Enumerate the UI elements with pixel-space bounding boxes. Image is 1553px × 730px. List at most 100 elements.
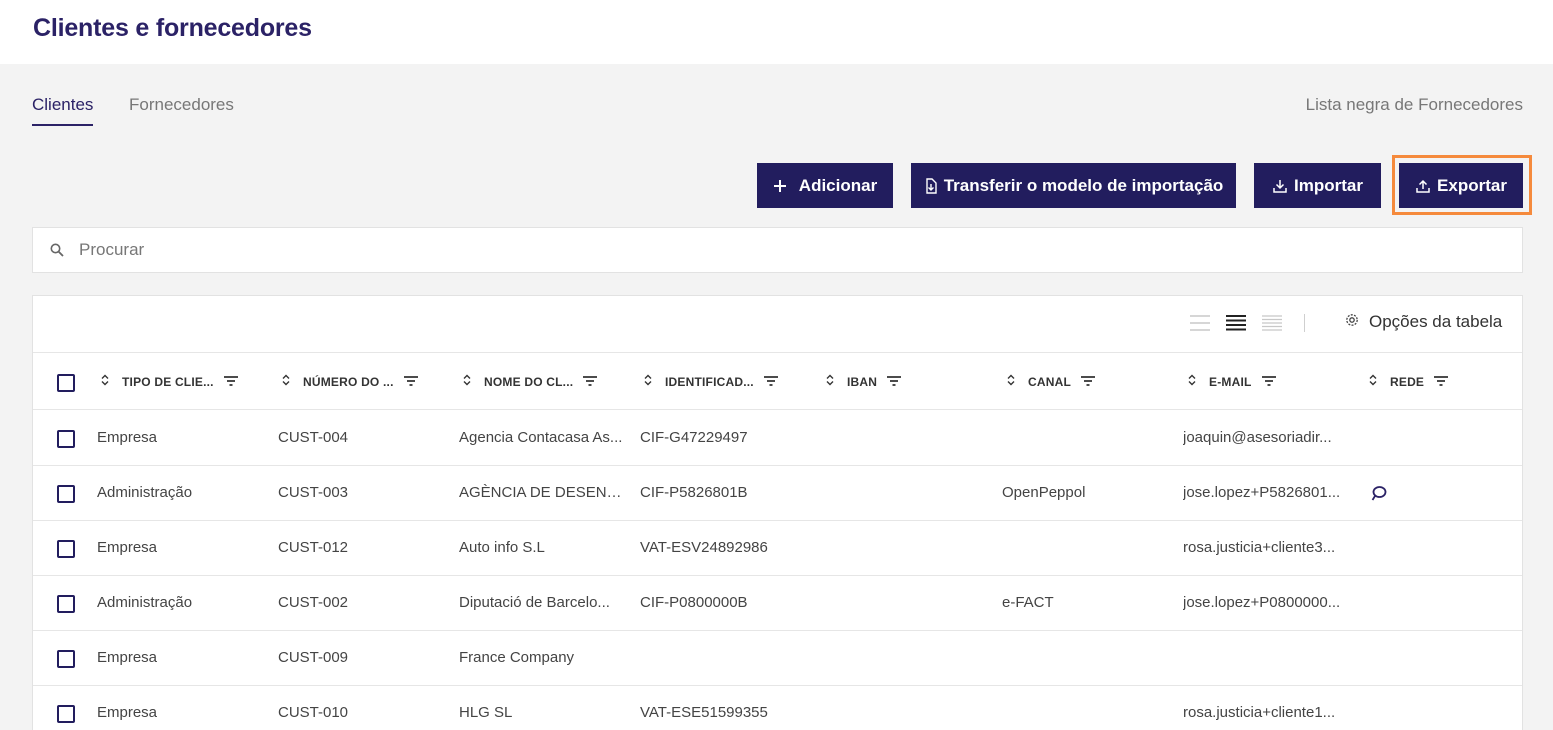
table-options-button[interactable]: Opções da tabela	[1345, 312, 1502, 332]
column-header-rede[interactable]: REDE	[1369, 353, 1449, 410]
column-header-identificador[interactable]: IDENTIFICAD...	[644, 353, 778, 410]
row-checkbox[interactable]	[57, 485, 75, 503]
import-button[interactable]: Importar	[1254, 163, 1381, 208]
density-default-icon[interactable]	[1226, 315, 1246, 336]
page-title: Clientes e fornecedores	[33, 14, 312, 42]
sort-icon	[101, 374, 109, 389]
export-button[interactable]: Exportar	[1399, 163, 1523, 208]
plus-icon	[773, 179, 787, 193]
table-row[interactable]: Administração CUST-003 AGÈNCIA DE DESENV…	[33, 466, 1522, 521]
table-header: TIPO DE CLIE... NÚMERO DO ... NOME DO CL…	[33, 353, 1522, 410]
column-header-label: REDE	[1390, 374, 1425, 389]
column-header-label: CANAL	[1028, 374, 1071, 389]
cell-email: jose.lopez+P0800000...	[1183, 594, 1341, 611]
filter-icon[interactable]	[1434, 375, 1449, 389]
cell-email: rosa.justicia+cliente1...	[1183, 704, 1336, 721]
search-icon	[50, 243, 64, 262]
column-header-tipo[interactable]: TIPO DE CLIE...	[101, 353, 238, 410]
cell-identifier: CIF-P5826801B	[640, 484, 748, 501]
file-download-icon	[924, 177, 938, 194]
cell-identifier: VAT-ESV24892986	[640, 539, 768, 556]
row-checkbox[interactable]	[57, 650, 75, 668]
column-header-label: IDENTIFICAD...	[665, 374, 754, 389]
row-checkbox[interactable]	[57, 595, 75, 613]
column-header-iban[interactable]: IBAN	[826, 353, 902, 410]
table-row[interactable]: Empresa CUST-010 HLG SL VAT-ESE51599355 …	[33, 686, 1522, 730]
download-icon	[1272, 178, 1288, 194]
cell-type: Administração	[97, 484, 193, 501]
cell-email: jose.lopez+P5826801...	[1183, 484, 1341, 501]
cell-name: HLG SL	[459, 704, 513, 721]
filter-icon[interactable]	[1261, 375, 1276, 389]
cell-number: CUST-012	[278, 539, 349, 556]
gear-icon	[1345, 312, 1359, 332]
cell-number: CUST-009	[278, 649, 349, 666]
sort-icon	[463, 374, 471, 389]
clients-table: Opções da tabela TIPO DE CLIE... NÚMERO …	[32, 295, 1523, 730]
filter-icon[interactable]	[223, 375, 238, 389]
download-template-label: Transferir o modelo de importação	[943, 175, 1224, 195]
column-header-email[interactable]: E-MAIL	[1188, 353, 1276, 410]
upload-icon	[1415, 178, 1431, 194]
cell-email: joaquin@asesoriadir...	[1183, 429, 1332, 446]
cell-email: rosa.justicia+cliente3...	[1183, 539, 1336, 556]
export-button-label: Exportar	[1437, 175, 1507, 195]
tab-fornecedores[interactable]: Fornecedores	[129, 95, 234, 115]
cell-identifier: CIF-P0800000B	[640, 594, 748, 611]
column-header-label: NOME DO CL...	[484, 374, 574, 389]
add-button-label: Adicionar	[798, 175, 878, 195]
cell-name: France Company	[459, 649, 575, 666]
table-options-label: Opções da tabela	[1369, 312, 1503, 331]
filter-icon[interactable]	[887, 375, 902, 389]
search-input[interactable]	[79, 228, 1479, 272]
tab-clientes[interactable]: Clientes	[32, 95, 93, 115]
supplier-blacklist-link[interactable]: Lista negra de Fornecedores	[1306, 95, 1523, 115]
cell-name: AGÈNCIA DE DESENV...	[459, 484, 624, 501]
filter-icon[interactable]	[403, 375, 418, 389]
row-checkbox[interactable]	[57, 705, 75, 723]
select-all-checkbox[interactable]	[57, 374, 75, 392]
peppol-icon	[1370, 484, 1388, 507]
cell-number: CUST-010	[278, 704, 349, 721]
column-header-label: NÚMERO DO ...	[303, 374, 394, 389]
row-checkbox[interactable]	[57, 540, 75, 558]
active-tab-indicator	[32, 124, 93, 126]
column-header-nome[interactable]: NOME DO CL...	[463, 353, 598, 410]
filter-icon[interactable]	[1081, 375, 1095, 389]
cell-number: CUST-003	[278, 484, 349, 501]
column-header-numero[interactable]: NÚMERO DO ...	[282, 353, 418, 410]
import-button-label: Importar	[1294, 175, 1363, 195]
add-button[interactable]: Adicionar	[757, 163, 893, 208]
filter-icon[interactable]	[763, 375, 778, 389]
sort-icon	[282, 374, 290, 389]
table-row[interactable]: Empresa CUST-012 Auto info S.L VAT-ESV24…	[33, 521, 1522, 576]
cell-channel: e-FACT	[1002, 594, 1054, 611]
sort-icon	[826, 374, 834, 389]
cell-type: Empresa	[97, 649, 158, 666]
table-toolbar: Opções da tabela	[33, 296, 1522, 353]
sort-icon	[1188, 374, 1196, 389]
sort-icon	[644, 374, 652, 389]
table-row[interactable]: Empresa CUST-009 France Company	[33, 631, 1522, 686]
cell-identifier: VAT-ESE51599355	[640, 704, 768, 721]
filter-icon[interactable]	[583, 375, 598, 389]
toolbar-divider	[1304, 314, 1305, 332]
column-header-label: TIPO DE CLIE...	[122, 374, 214, 389]
cell-type: Empresa	[97, 539, 158, 556]
search-bar	[32, 227, 1523, 273]
density-compact-icon[interactable]	[1190, 315, 1210, 336]
table-row[interactable]: Administração CUST-002 Diputació de Barc…	[33, 576, 1522, 631]
cell-name: Auto info S.L	[459, 539, 545, 556]
column-header-canal[interactable]: CANAL	[1007, 353, 1095, 410]
cell-number: CUST-004	[278, 429, 349, 446]
download-template-button[interactable]: Transferir o modelo de importação	[911, 163, 1236, 208]
row-checkbox[interactable]	[57, 430, 75, 448]
table-row[interactable]: Empresa CUST-004 Agencia Contacasa As...…	[33, 411, 1522, 466]
cell-type: Administração	[97, 594, 193, 611]
cell-type: Empresa	[97, 429, 158, 446]
sort-icon	[1369, 374, 1377, 389]
cell-channel: OpenPeppol	[1002, 484, 1086, 501]
density-comfortable-icon[interactable]	[1262, 315, 1282, 336]
column-header-label: E-MAIL	[1209, 374, 1252, 389]
cell-type: Empresa	[97, 704, 158, 721]
